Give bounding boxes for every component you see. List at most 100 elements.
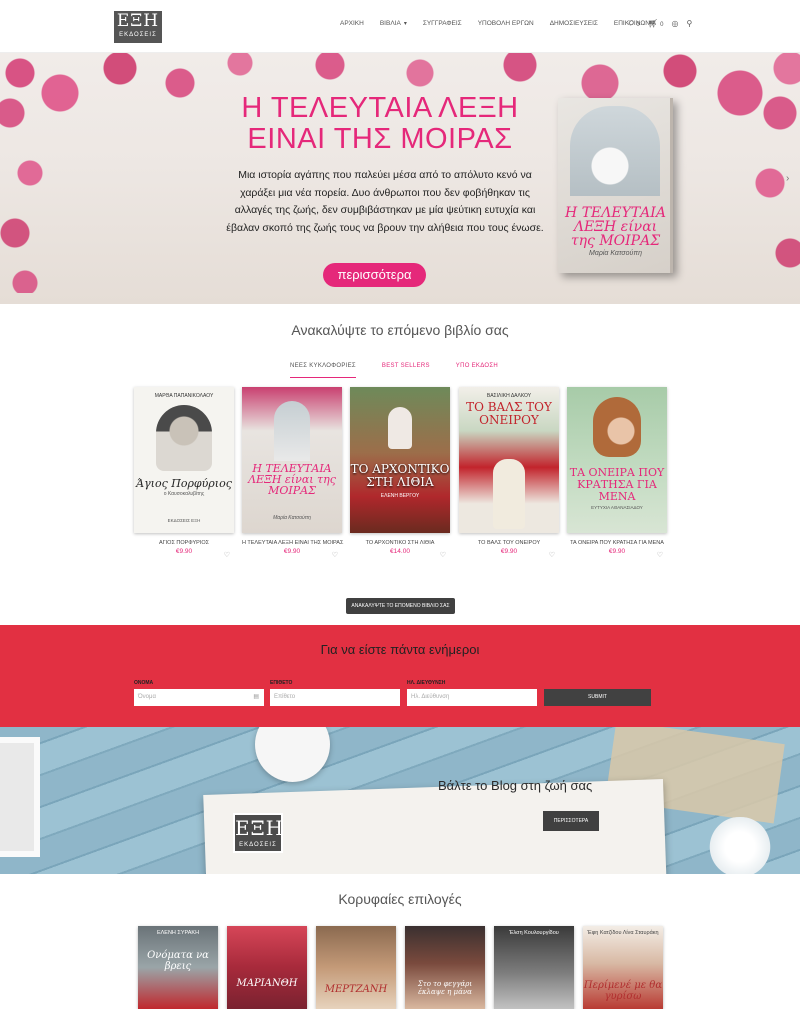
- lace-decoration: [700, 817, 780, 874]
- book-cover[interactable]: ΤΟ ΑΡΧΟΝΤΙΚΟ ΣΤΗ ΛΙΘΙΑ ΕΛΕΝΗ ΒΕΡΓΟΥ: [350, 387, 450, 533]
- book-price: €14.00: [390, 548, 410, 555]
- book-name[interactable]: ΤΑ ΟΝΕΙΡΑ ΠΟΥ ΚΡΑΤΗΣΑ ΓΙΑ ΜΕΝΑ: [567, 540, 667, 546]
- hero-slider: Η ΤΕΛΕΥΤΑΙΑ ΛΕΞΗ ΕΙΝΑΙ ΤΗΣ ΜΟΙΡΑΣ Μια ισ…: [0, 53, 800, 304]
- book-name[interactable]: ΤΟ ΒΑΛΣ ΤΟΥ ΟΝΕΙΡΟΥ: [459, 540, 559, 546]
- nav-item-authors[interactable]: ΣΥΓΓΡΑΦΕΙΣ: [423, 20, 462, 27]
- hero-book-author: Μαρία Κατσούπη: [589, 250, 642, 257]
- pick-author: Έλση Κουλουργίδου: [509, 930, 559, 936]
- tab-upcoming[interactable]: ΥΠΟ ΕΚΔΟΣΗ: [456, 363, 498, 378]
- wishlist-heart-icon[interactable]: ♡: [440, 551, 446, 559]
- wishlist-link[interactable]: ♡ 0: [627, 19, 640, 28]
- top-pick-book[interactable]: ΜΕΡΤΖΑΝΗ: [316, 926, 396, 1009]
- bowl-decoration: [255, 727, 330, 782]
- wishlist-heart-icon[interactable]: ♡: [224, 551, 230, 559]
- cover-figure: [388, 407, 412, 449]
- book-price: €9.90: [283, 548, 301, 555]
- book-cover[interactable]: ΤΑ ΟΝΕΙΡΑ ΠΟΥ ΚΡΑΤΗΣΑ ΓΙΑ ΜΕΝΑ ΕΥΤΥΧΙΑ Α…: [567, 387, 667, 533]
- top-pick-book[interactable]: ΜΑΡΙΑΝΘΗ: [227, 926, 307, 1009]
- nav-item-publications[interactable]: ΔΗΜΟΣΙΕΥΣΕΙΣ: [550, 20, 598, 27]
- hero-more-button[interactable]: περισσότερα: [323, 263, 426, 287]
- cover-title: Άγιος Πορφύριος: [136, 477, 232, 490]
- top-pick-book[interactable]: Στο το φεγγάρι έκλαψε η μάνα: [405, 926, 485, 1009]
- pick-title: ΜΑΡΙΑΝΘΗ: [236, 978, 298, 989]
- cart-icon: 🛒︎: [647, 19, 658, 28]
- surname-placeholder: Επίθετο: [274, 694, 296, 700]
- hero-flowers-right: [730, 93, 800, 293]
- nav-item-home[interactable]: ΑΡΧΙΚΗ: [340, 20, 364, 27]
- book-name[interactable]: Η ΤΕΛΕΥΤΑΙΑ ΛΕΞΗ ΕΙΝΑΙ ΤΗΣ ΜΟΙΡΑΣ: [242, 540, 343, 546]
- discover-title: Ανακαλύψτε το επόμενο βιβλίο σας: [291, 322, 509, 338]
- email-placeholder: Ηλ. Διεύθυνση: [411, 694, 450, 700]
- pick-title: ΜΕΡΤΖΑΝΗ: [324, 984, 388, 995]
- hero-book-cover[interactable]: Η ΤΕΛΕΥΤΑΙΑ ΛΕΞΗ είναι της ΜΟΙΡΑΣ Μαρία …: [558, 98, 673, 273]
- pick-title: Ονόματα να βρεις: [147, 950, 209, 972]
- top-pick-book[interactable]: Έφη Κατζίδου Λίνα Σταυράκη Περίμενέ με θ…: [583, 926, 663, 1009]
- main-nav: ΑΡΧΙΚΗ ΒΙΒΛΙΑ ▾ ΣΥΓΓΡΑΦΕΙΣ ΥΠΟΒΟΛΗ ΕΡΓΩΝ …: [340, 20, 672, 27]
- book-cover[interactable]: Η ΤΕΛΕΥΤΑΙΑ ΛΕΞΗ είναι της ΜΟΙΡΑΣ Μαρία …: [242, 387, 342, 533]
- book-cover[interactable]: ΜΑΡΘΑ ΠΑΠΑΝΙΚΟΛΑΟΥ Άγιος Πορφύριος ο Καυ…: [134, 387, 234, 533]
- hero-title-line2: ΕΙΝΑΙ ΤΗΣ ΜΟΙΡΑΣ: [247, 123, 513, 155]
- blog-logo-mark: ΕΞΗ: [235, 816, 285, 840]
- wishlist-heart-icon[interactable]: ♡: [332, 551, 338, 559]
- wishlist-heart-icon[interactable]: ♡: [549, 551, 555, 559]
- book-card[interactable]: ΒΑΣΙΛΙΚΗ ΔΑΛΚΟΥ ΤΟ ΒΑΛΣ ΤΟΥ ΟΝΕΙΡΟΥ ΤΟ Β…: [459, 387, 559, 559]
- slider-next-arrow-icon[interactable]: ›: [786, 173, 789, 184]
- wishlist-heart-icon[interactable]: ♡: [657, 551, 663, 559]
- cover-author: ΒΑΣΙΛΙΚΗ ΔΑΛΚΟΥ: [486, 393, 532, 399]
- book-price: €9.90: [608, 548, 626, 555]
- blog-more-button[interactable]: ΠΕΡΙΣΣΟΤΕΡΑ: [543, 811, 599, 831]
- pick-title: Περίμενέ με θα γυρίσω: [583, 980, 663, 1002]
- logo-mark: ΕΞΗ: [116, 11, 160, 31]
- contact-card-icon: ▤: [253, 694, 259, 700]
- cover-title: ΤΟ ΒΑΛΣ ΤΟΥ ΟΝΕΙΡΟΥ: [466, 400, 552, 427]
- cover-figure: [493, 459, 525, 529]
- hero-title-line1: Η ΤΕΛΕΥΤΑΙΑ ΛΕΞΗ: [241, 92, 519, 124]
- cover-doorway: [274, 401, 310, 461]
- hero-flowers-left: [0, 93, 60, 293]
- saint-portrait: [156, 405, 212, 471]
- cover-subtitle: ο Καυσοκαλυβίτης: [163, 491, 205, 497]
- discover-more-button[interactable]: ΑΝΑΚΑΛΥΨΤΕ ΤΟ ΕΠΟΜΕΝΟ ΒΙΒΛΙΟ ΣΑΣ: [346, 598, 455, 614]
- blog-logo-subtitle: ΕΚΔΟΣΕΙΣ: [239, 842, 277, 848]
- nav-item-books-label: ΒΙΒΛΙΑ: [379, 20, 401, 27]
- top-pick-book[interactable]: ΕΛΕΝΗ ΣΥΡΑΚΗ Ονόματα να βρεις: [138, 926, 218, 1009]
- email-field[interactable]: Ηλ. Διεύθυνση: [407, 689, 537, 706]
- cover-title: Η ΤΕΛΕΥΤΑΙΑ ΛΕΞΗ είναι της ΜΟΙΡΑΣ: [248, 462, 336, 497]
- hero-book-title: Η ΤΕΛΕΥΤΑΙΑ ΛΕΞΗ είναι της ΜΟΙΡΑΣ: [565, 205, 666, 249]
- nav-item-submissions[interactable]: ΥΠΟΒΟΛΗ ΕΡΓΩΝ: [478, 20, 534, 27]
- header-icons: ♡ 0 🛒︎ 0 ◎ ⚲: [627, 19, 692, 28]
- book-card[interactable]: ΤΑ ΟΝΕΙΡΑ ΠΟΥ ΚΡΑΤΗΣΑ ΓΙΑ ΜΕΝΑ ΕΥΤΥΧΙΑ Α…: [567, 387, 667, 559]
- book-card[interactable]: ΜΑΡΘΑ ΠΑΠΑΝΙΚΟΛΑΟΥ Άγιος Πορφύριος ο Καυ…: [134, 387, 234, 559]
- newsletter-title: Για να είστε πάντα ενήμεροι: [320, 642, 480, 657]
- book-name[interactable]: ΤΟ ΑΡΧΟΝΤΙΚΟ ΣΤΗ ΛΙΘΙΑ: [350, 540, 450, 546]
- surname-label: ΕΠΙΘΕΤΟ: [270, 680, 293, 686]
- wishlist-count: 0: [636, 22, 640, 28]
- pick-author: ΕΛΕΝΗ ΣΥΡΑΚΗ: [156, 930, 200, 936]
- cover-author: ΜΑΡΘΑ ΠΑΠΑΝΙΚΟΛΑΟΥ: [154, 393, 214, 399]
- search-icon[interactable]: ⚲: [686, 19, 692, 28]
- nav-item-books[interactable]: ΒΙΒΛΙΑ ▾: [380, 20, 407, 27]
- tab-new-releases[interactable]: ΝΕΕΣ ΚΥΚΛΟΦΟΡΙΕΣ: [290, 363, 356, 378]
- cover-author: ΕΥΤΥΧΙΑ ΑΘΑΝΑΣΙΑΔΟΥ: [591, 505, 643, 510]
- tab-best-sellers[interactable]: BEST SELLERS: [382, 363, 430, 378]
- hero-title: Η ΤΕΛΕΥΤΑΙΑ ΛΕΞΗ ΕΙΝΑΙ ΤΗΣ ΜΟΙΡΑΣ: [200, 93, 560, 155]
- surname-field[interactable]: Επίθετο: [270, 689, 400, 706]
- site-logo[interactable]: ΕΞΗ ΕΚΔΟΣΕΙΣ: [114, 11, 162, 43]
- cover-portrait: [593, 397, 641, 457]
- book-name[interactable]: ΑΓΙΟΣ ΠΟΡΦΥΡΙΟΣ: [134, 540, 234, 546]
- blog-banner: ΕΞΗ ΕΚΔΟΣΕΙΣ Βάλτε το Blog στη ζωή σας Π…: [0, 727, 800, 874]
- book-card[interactable]: ΤΟ ΑΡΧΟΝΤΙΚΟ ΣΤΗ ΛΙΘΙΑ ΕΛΕΝΗ ΒΕΡΓΟΥ ΤΟ Α…: [350, 387, 450, 559]
- name-placeholder: Όνομα: [138, 694, 156, 700]
- book-tabs: ΝΕΕΣ ΚΥΚΛΟΦΟΡΙΕΣ BEST SELLERS ΥΠΟ ΕΚΔΟΣΗ: [290, 363, 524, 378]
- cart-count: 0: [660, 22, 664, 28]
- account-icon[interactable]: ◎: [671, 19, 678, 28]
- hero-book-photo: [570, 106, 660, 196]
- cart-link[interactable]: 🛒︎ 0: [648, 19, 664, 28]
- book-card[interactable]: Η ΤΕΛΕΥΤΑΙΑ ΛΕΞΗ είναι της ΜΟΙΡΑΣ Μαρία …: [242, 387, 343, 559]
- cover-author: Μαρία Κατσούπη: [273, 515, 311, 521]
- book-cover[interactable]: ΒΑΣΙΛΙΚΗ ΔΑΛΚΟΥ ΤΟ ΒΑΛΣ ΤΟΥ ΟΝΕΙΡΟΥ: [459, 387, 559, 533]
- name-field[interactable]: Όνομα ▤: [134, 689, 264, 706]
- email-label: ΗΛ. ΔΙΕΥΘΥΝΣΗ: [407, 680, 446, 686]
- submit-button[interactable]: SUBMIT: [544, 689, 651, 706]
- top-pick-book[interactable]: Έλση Κουλουργίδου: [494, 926, 574, 1009]
